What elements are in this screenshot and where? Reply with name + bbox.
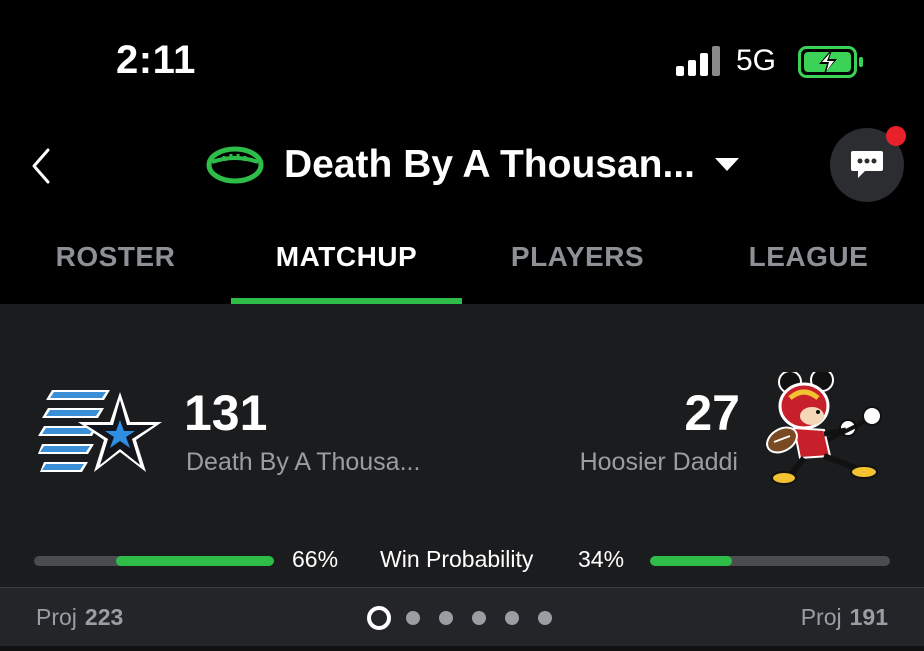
tab-league[interactable]: LEAGUE <box>693 210 924 304</box>
tab-bar: ROSTER MATCHUP PLAYERS LEAGUE <box>0 210 924 304</box>
team-title: Death By A Thousan... <box>284 143 695 186</box>
page-dot-active[interactable] <box>367 606 391 630</box>
network-label: 5G <box>736 44 777 77</box>
page-indicator[interactable] <box>367 606 571 630</box>
away-projection: Proj 191 <box>801 604 888 631</box>
home-proj-value: 223 <box>84 604 124 630</box>
away-proj-label: Proj <box>800 604 842 630</box>
home-score: 131 <box>184 385 268 441</box>
tab-matchup[interactable]: MATCHUP <box>231 210 462 304</box>
team-selector[interactable]: Death By A Thousan... <box>206 140 739 190</box>
page-dot[interactable] <box>406 611 420 625</box>
home-win-bar <box>34 556 274 566</box>
away-proj-value: 191 <box>849 604 888 630</box>
home-win-fill <box>116 556 274 566</box>
page-dot[interactable] <box>505 611 519 625</box>
app-header: Death By A Thousan... <box>0 120 924 210</box>
football-icon <box>206 146 264 184</box>
home-projection: Proj 223 <box>36 604 123 631</box>
projection-row: Proj 223 Proj 191 <box>0 587 924 651</box>
status-bar: 2:11 5G <box>0 0 924 120</box>
home-win-pct: 66% <box>292 546 339 572</box>
page-dot[interactable] <box>538 611 552 625</box>
signal-icon <box>676 46 720 76</box>
away-team-name: Hoosier Daddi <box>579 448 738 476</box>
chat-icon <box>851 151 883 178</box>
scroll-edge <box>0 646 924 651</box>
away-win-pct: 34% <box>578 546 625 572</box>
status-time: 2:11 <box>116 38 196 82</box>
notification-badge <box>886 126 906 146</box>
away-win-fill <box>650 556 732 566</box>
battery-charging-icon <box>798 46 863 78</box>
home-proj-label: Proj <box>36 604 77 630</box>
win-probability-label: Win Probability <box>380 546 534 572</box>
tab-roster[interactable]: ROSTER <box>0 210 231 304</box>
tab-players[interactable]: PLAYERS <box>462 210 693 304</box>
team-logo-star <box>38 390 162 472</box>
page-dot[interactable] <box>472 611 486 625</box>
back-icon[interactable] <box>28 146 54 186</box>
win-probability-row: 66% Win Probability 34% <box>0 544 924 578</box>
matchup-card[interactable]: 131 Death By A Thousa... 27 Hoosier Dadd… <box>0 304 924 587</box>
page-dot[interactable] <box>439 611 453 625</box>
home-team-name: Death By A Thousa... <box>186 448 421 476</box>
away-score: 27 <box>684 385 740 441</box>
caret-down-icon <box>715 158 739 171</box>
team-logo-mouse <box>766 372 882 485</box>
away-win-bar <box>650 556 890 566</box>
